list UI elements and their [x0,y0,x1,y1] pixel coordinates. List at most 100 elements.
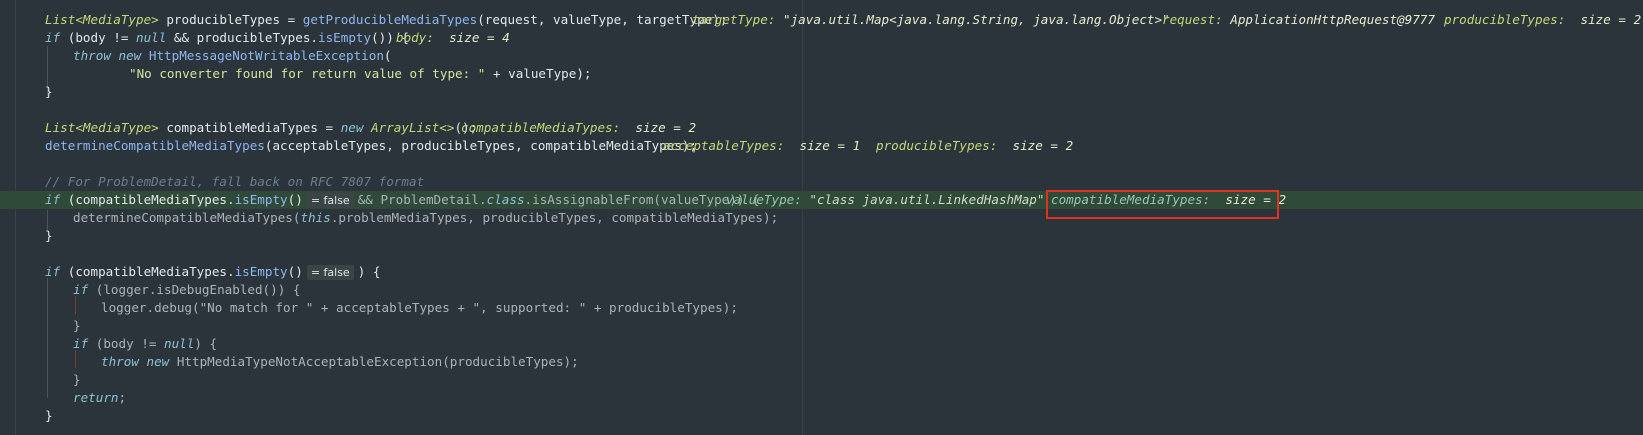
string-token: "No match for " [199,300,314,315]
code-line[interactable]: if (compatibleMediaTypes.isEmpty() = fals… [0,263,1643,281]
code-token: + acceptableTypes + [313,300,473,315]
inline-debug-hint[interactable]: acceptableTypes: size = 1 [663,137,860,155]
hint-value: size = 2 [620,120,697,135]
method-token: isEmpty [234,264,288,279]
code-line[interactable]: } [0,83,1643,101]
string-token: ", supported: " [472,300,587,315]
code-line[interactable]: List<MediaType> compatibleMediaTypes = n… [0,119,1643,137]
inline-debug-hint[interactable]: producibleTypes: size = 2 [876,137,1073,155]
code-token: () [287,264,303,279]
code-token: ) { [194,336,218,351]
code-line[interactable]: List<MediaType> producibleTypes = getPro… [0,11,1643,29]
code-token: + valueType); [485,66,592,81]
code-token: && producibleTypes. [166,30,318,45]
closing-brace: } [73,318,81,333]
keyword-token: throw [73,48,111,63]
evaluation-badge: = false [306,265,354,280]
closing-brace: } [45,84,53,99]
code-token: (request, valueType, targetType); [477,12,728,27]
code-line[interactable]: determineCompatibleMediaTypes(this.probl… [0,209,1643,227]
class-token: HttpMessageNotWritableException [148,48,384,63]
code-token: (compatibleMediaTypes. [60,264,235,279]
code-line[interactable]: if (logger.isDebugEnabled()) { [0,281,1643,299]
inline-debug-hint[interactable]: targetType: "java.util.Map<java.lang.Str… [692,11,1170,29]
code-token: (compatibleMediaTypes. [60,192,235,207]
code-line[interactable]: determineCompatibleMediaTypes(acceptable… [0,137,1643,155]
inline-debug-hint[interactable]: valueType: "class java.util.LinkedHashMa… [726,191,1044,209]
string-token: "No converter found for return value of … [129,66,486,81]
code-token: producibleTypes = [158,12,303,27]
keyword-token: this [300,210,331,225]
code-line[interactable]: if (body != null && producibleTypes.isEm… [0,29,1643,47]
code-token: (acceptableTypes, producibleTypes, compa… [264,138,698,153]
code-editor[interactable]: List<MediaType> producibleTypes = getPro… [0,0,1643,435]
code-token: HttpMediaTypeNotAcceptableException(prod… [169,354,579,369]
keyword-token: if [45,192,61,207]
hint-name: request: [1162,12,1223,27]
code-token: (logger.isDebugEnabled()) { [88,282,301,297]
hint-value: "class java.util.LinkedHashMap" [801,192,1045,207]
inline-debug-hint[interactable]: compatibleMediaTypes: size = 2 [461,119,696,137]
code-token: ) { [357,264,381,279]
hint-value: size = 2 [1565,12,1642,27]
code-line[interactable]: return; [0,389,1643,407]
hint-value: size = 4 [433,30,510,45]
code-token: (body != [60,30,136,45]
current-execution-line[interactable]: if (compatibleMediaTypes.isEmpty() = fals… [0,191,1643,209]
code-token: && ProblemDetail. [357,192,487,207]
hint-name: producibleTypes: [1444,12,1566,27]
keyword-token: if [73,282,89,297]
code-line[interactable]: } [0,371,1643,389]
code-line[interactable]: throw new HttpMediaTypeNotAcceptableExce… [0,353,1643,371]
keyword-token: class [486,192,525,207]
comment-token: // For ProblemDetail, fall back on RFC 7… [45,174,425,189]
hint-name: targetType: [692,12,776,27]
keyword-token: if [45,264,61,279]
inline-debug-hint[interactable]: request: ApplicationHttpRequest@9777 [1162,11,1435,29]
hint-name: producibleTypes: [876,138,998,153]
keyword-token: new [118,48,142,63]
keyword-token: if [45,30,61,45]
code-token: ( [383,48,392,63]
method-token: determineCompatibleMediaTypes [45,138,265,153]
hint-value: "java.util.Map<java.lang.String, java.la… [775,12,1170,27]
keyword-token: throw [101,354,139,369]
hint-name: body: [396,30,434,45]
code-token: (body != [88,336,164,351]
code-token: logger.debug( [101,300,200,315]
code-line[interactable]: } [0,317,1643,335]
evaluation-badge: = false [306,193,354,208]
hint-name: valueType: [726,192,802,207]
code-line[interactable]: } [0,407,1643,425]
type-token: List<MediaType> [45,120,159,135]
code-line[interactable]: } [0,227,1643,245]
code-line[interactable]: throw new HttpMessageNotWritableExceptio… [0,47,1643,65]
annotation-highlight-box [1046,190,1279,219]
code-line[interactable]: logger.debug("No match for " + acceptabl… [0,299,1643,317]
code-token: determineCompatibleMediaTypes( [73,210,301,225]
code-token: .problemMediaTypes, producibleTypes, com… [330,210,779,225]
code-line[interactable]: // For ProblemDetail, fall back on RFC 7… [0,173,1643,191]
inline-debug-hint[interactable]: body: size = 4 [396,29,510,47]
hint-name: acceptableTypes: [663,138,785,153]
type-token: ArrayList<> [363,120,455,135]
hint-value: ApplicationHttpRequest@9777 [1222,12,1435,27]
inline-debug-hint[interactable]: producibleTypes: size = 2 [1444,11,1641,29]
type-token: List<MediaType> [45,12,159,27]
method-token: getProducibleMediaTypes [302,12,478,27]
hint-value: size = 2 [997,138,1074,153]
code-token: ; [118,390,127,405]
method-token: isEmpty [318,30,372,45]
keyword-token: null [164,336,195,351]
closing-brace: } [73,372,81,387]
hint-name: compatibleMediaTypes: [461,120,621,135]
code-line[interactable]: "No converter found for return value of … [0,65,1643,83]
code-token: () [287,192,303,207]
code-token: compatibleMediaTypes = [158,120,341,135]
method-token: isEmpty [234,192,288,207]
code-token: .isAssignableFrom(valueType)) { [524,192,760,207]
keyword-token: new [340,120,364,135]
closing-brace: } [45,408,53,423]
code-token: + producibleTypes); [586,300,738,315]
code-line[interactable]: if (body != null) { [0,335,1643,353]
